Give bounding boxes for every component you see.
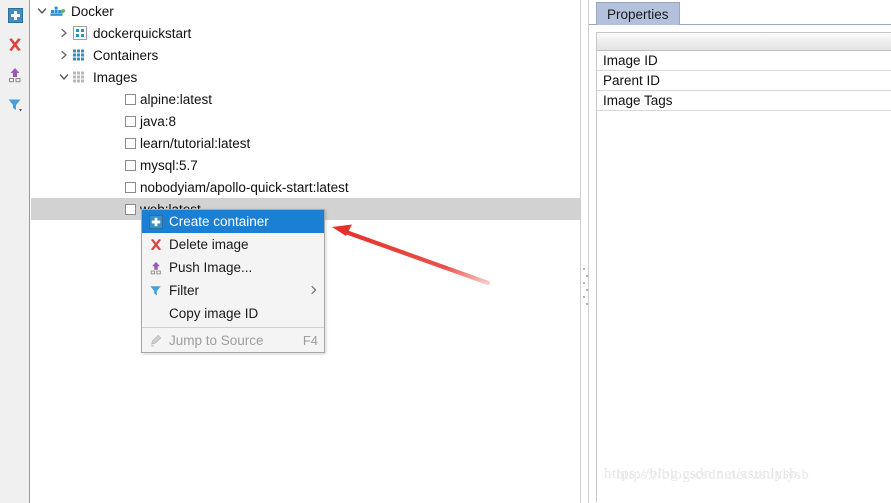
property-row[interactable]: Image Tags: [597, 91, 891, 111]
containers-icon: [71, 44, 89, 66]
image-checkbox[interactable]: [125, 181, 136, 193]
delete-button[interactable]: [0, 32, 30, 58]
menu-label: Filter: [169, 283, 199, 298]
create-container-icon: [146, 212, 166, 232]
tree-row-images[interactable]: Images: [31, 66, 580, 88]
menu-separator: [142, 327, 324, 328]
add-button[interactable]: [0, 2, 30, 28]
push-icon: [7, 67, 23, 83]
filter-icon: [146, 281, 166, 301]
project-folder-icon: [71, 22, 89, 44]
splitter-grip-icon: [583, 268, 588, 306]
tree-row-image[interactable]: alpine:latest: [31, 88, 580, 110]
menu-item-create-container[interactable]: Create container: [142, 210, 324, 233]
tree-label-image: mysql:5.7: [140, 157, 198, 173]
menu-label: Jump to Source: [169, 333, 264, 348]
tree-row-docker[interactable]: Docker: [31, 0, 580, 22]
properties-table-header[interactable]: [597, 33, 891, 51]
property-row[interactable]: Parent ID: [597, 71, 891, 91]
push-button[interactable]: [0, 62, 30, 88]
property-row[interactable]: Image ID: [597, 51, 891, 71]
properties-table-empty-area: [597, 111, 891, 131]
tree-row-image[interactable]: nobodyiam/apollo-quick-start:latest: [31, 176, 580, 198]
menu-item-delete-image[interactable]: Delete image: [142, 233, 324, 256]
property-name: Parent ID: [603, 73, 661, 88]
add-icon: [7, 7, 23, 23]
tree-label-docker: Docker: [71, 3, 114, 19]
jump-to-source-icon: [146, 331, 166, 351]
filter-button[interactable]: [0, 92, 30, 118]
properties-tabstrip: Properties: [589, 0, 891, 25]
tree-label-image: learn/tutorial:latest: [140, 135, 251, 151]
image-checkbox[interactable]: [125, 137, 136, 149]
chevron-right-icon: [310, 285, 318, 297]
menu-accelerator: F4: [302, 333, 318, 348]
tree-label-dockerquickstart: dockerquickstart: [93, 25, 192, 41]
tree-row-image[interactable]: java:8: [31, 110, 580, 132]
property-name: Image ID: [603, 53, 658, 68]
panel-splitter[interactable]: [580, 0, 589, 503]
property-name: Image Tags: [603, 93, 673, 108]
tree-row-dockerquickstart[interactable]: dockerquickstart: [31, 22, 580, 44]
watermark-text-shadow: https://blog.csdn.net/zsunlysb: [616, 467, 810, 483]
tree-label-image: alpine:latest: [140, 91, 213, 107]
image-checkbox[interactable]: [125, 93, 136, 105]
delete-icon: [7, 37, 23, 53]
properties-panel: Properties Image ID Parent ID Image Tags: [589, 0, 891, 503]
properties-table: Image ID Parent ID Image Tags: [596, 32, 891, 502]
menu-label: Copy image ID: [169, 306, 259, 321]
filter-icon: [7, 97, 23, 113]
tree-row-image[interactable]: mysql:5.7: [31, 154, 580, 176]
chevron-down-icon[interactable]: [35, 0, 49, 22]
tree-label-images: Images: [93, 69, 138, 85]
docker-logo-icon: [49, 0, 67, 22]
image-checkbox[interactable]: [125, 115, 136, 127]
menu-label: Delete image: [169, 237, 249, 252]
menu-label: Push Image...: [169, 260, 253, 275]
chevron-right-icon[interactable]: [57, 44, 71, 66]
chevron-down-icon[interactable]: [57, 66, 71, 88]
menu-item-jump-to-source[interactable]: Jump to Source F4: [142, 329, 324, 352]
menu-item-push-image[interactable]: Push Image...: [142, 256, 324, 279]
image-checkbox[interactable]: [125, 203, 136, 215]
delete-image-icon: [146, 235, 166, 255]
tree-row-image[interactable]: learn/tutorial:latest: [31, 132, 580, 154]
watermark: https://blog.csdn.net/zsunlysb https://b…: [604, 466, 809, 483]
menu-item-filter[interactable]: Filter: [142, 279, 324, 302]
tree-row-containers[interactable]: Containers: [31, 44, 580, 66]
chevron-right-icon[interactable]: [57, 22, 71, 44]
menu-item-copy-image-id[interactable]: Copy image ID: [142, 302, 324, 325]
push-image-icon: [146, 258, 166, 278]
no-icon-placeholder: [146, 304, 166, 324]
tree-label-image: java:8: [140, 113, 177, 129]
tree-label-containers: Containers: [93, 47, 159, 63]
menu-label: Create container: [169, 214, 269, 229]
tree-label-image: nobodyiam/apollo-quick-start:latest: [140, 179, 349, 195]
images-icon: [71, 66, 89, 88]
left-toolbar: [0, 0, 30, 503]
tab-properties[interactable]: Properties: [596, 2, 680, 25]
context-menu: Create container Delete image Push Image…: [141, 209, 325, 353]
tab-properties-label: Properties: [607, 6, 669, 22]
image-checkbox[interactable]: [125, 159, 136, 171]
